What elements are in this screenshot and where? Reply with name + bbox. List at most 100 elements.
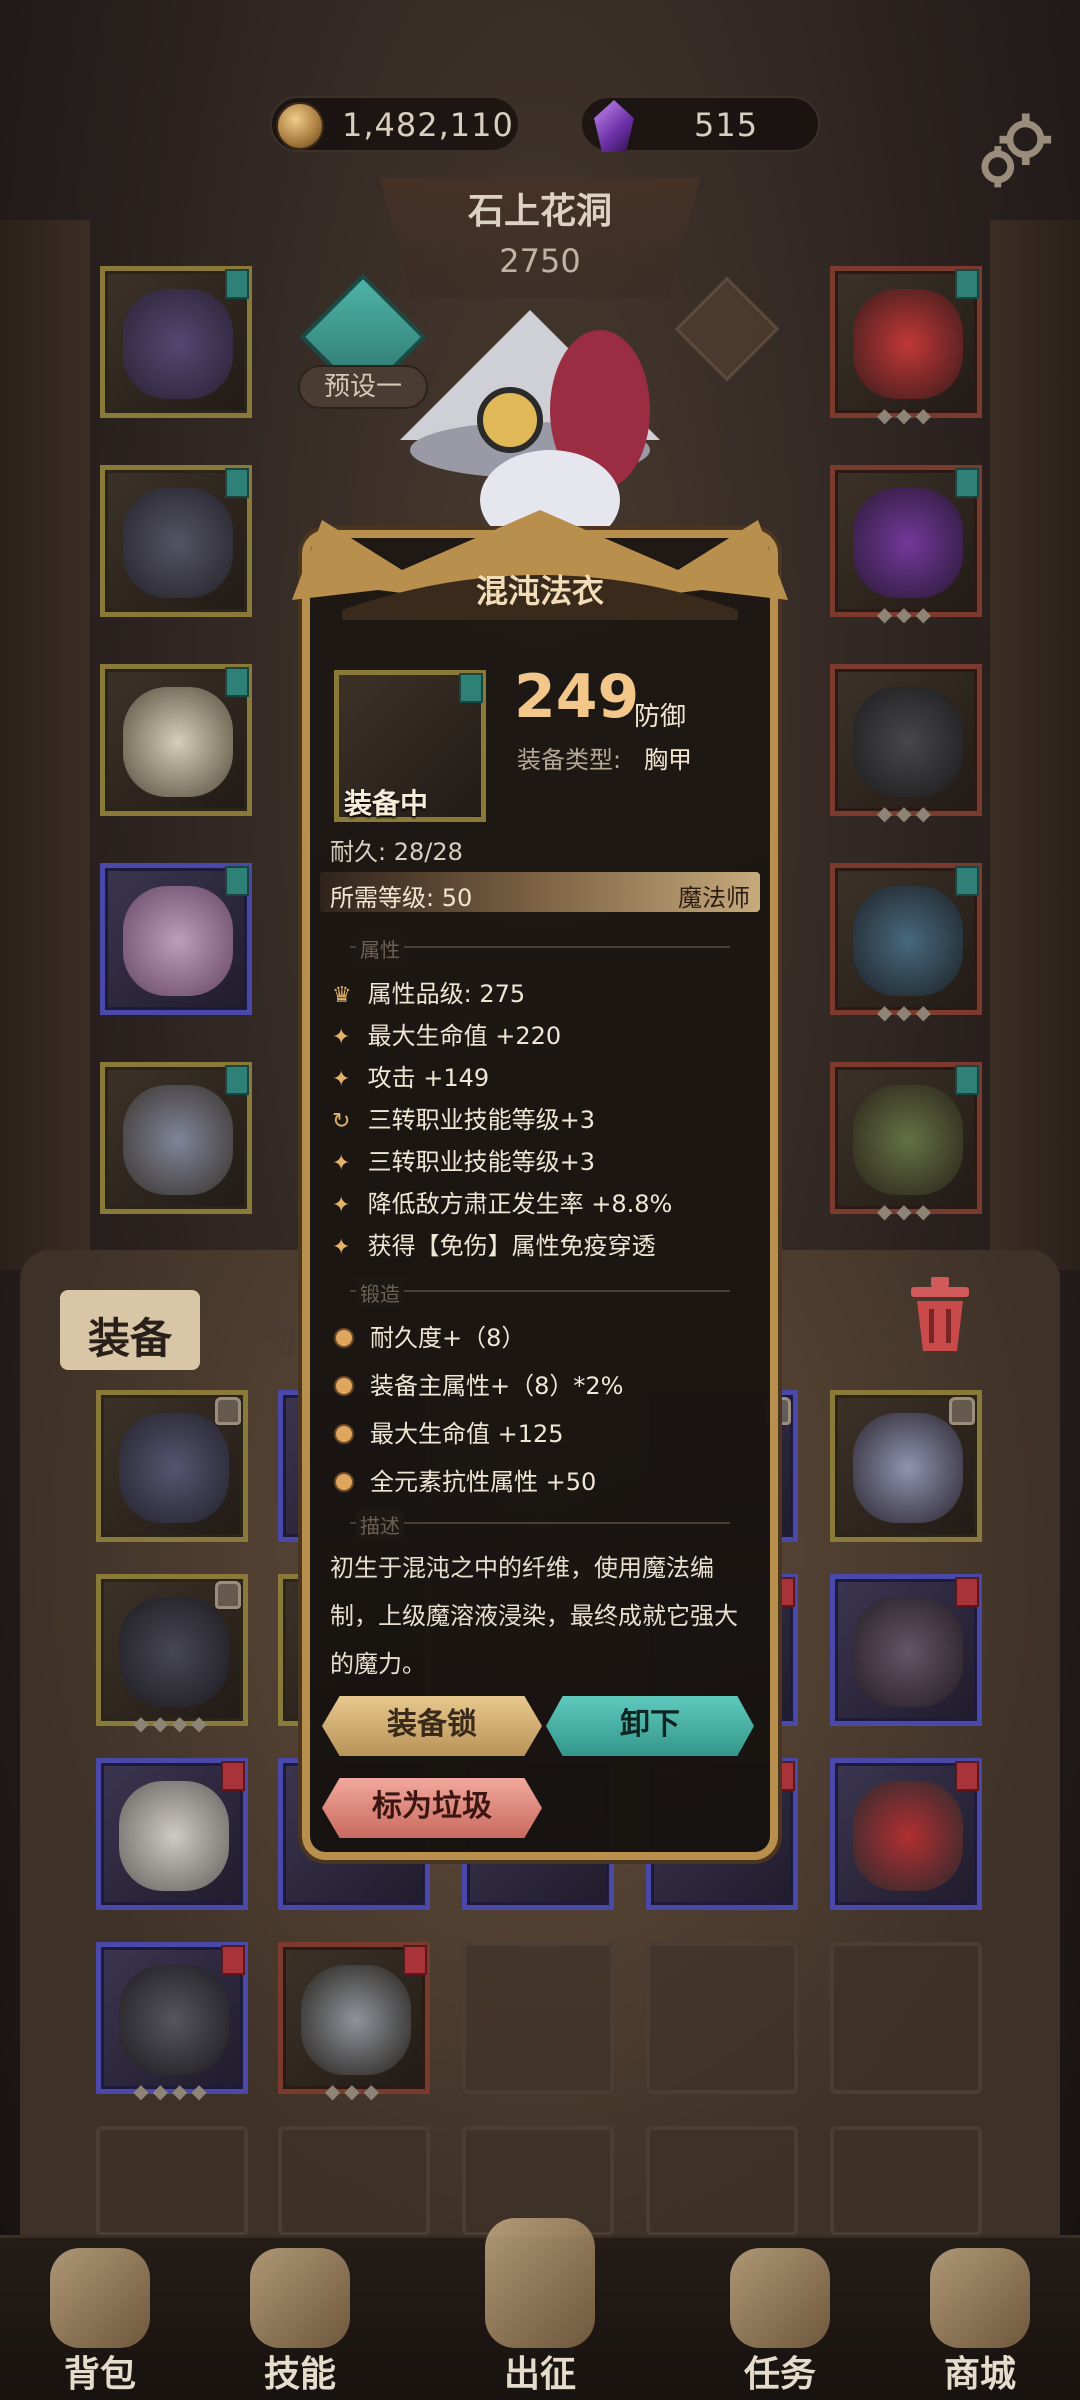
slot-boots[interactable] bbox=[100, 1062, 252, 1214]
empty-bag-slot[interactable] bbox=[830, 1942, 982, 2094]
staff-icon bbox=[853, 886, 963, 996]
wolf-helm-icon bbox=[119, 1413, 229, 1523]
bottom-nav: 背包 技能 出征 任务 商城 bbox=[0, 2218, 1080, 2400]
forge-dot-icon bbox=[334, 1328, 354, 1348]
bag-item[interactable] bbox=[830, 1574, 982, 1726]
tier-badge bbox=[955, 1761, 979, 1791]
equipped-label: 装备中 bbox=[344, 787, 429, 820]
skirt-icon bbox=[123, 886, 233, 996]
attribute-row: ♛ 属性品级: 275 bbox=[332, 980, 526, 1008]
tier-badge bbox=[225, 667, 249, 697]
wall-right bbox=[990, 220, 1080, 1270]
empty-bag-slot[interactable] bbox=[646, 2126, 798, 2236]
nav-label: 商城 bbox=[943, 2354, 1016, 2395]
forge-dot-icon bbox=[334, 1472, 354, 1492]
tier-badge bbox=[221, 1761, 245, 1791]
slot-gloves[interactable] bbox=[100, 664, 252, 816]
skill-card-icon bbox=[250, 2248, 350, 2348]
trash-icon[interactable] bbox=[905, 1275, 975, 1355]
tier-badge bbox=[225, 468, 249, 498]
bag-item[interactable] bbox=[96, 1390, 248, 1542]
slot-ring2[interactable]: ◆◆◆ bbox=[830, 664, 982, 825]
tier-badge bbox=[221, 1945, 245, 1975]
shorts-icon bbox=[119, 1781, 229, 1891]
attribute-row: ✦ 最大生命值 +220 bbox=[332, 1022, 562, 1050]
type-value: 胸甲 bbox=[644, 746, 692, 774]
star-icon: ✦ bbox=[332, 1151, 351, 1176]
tier-badge bbox=[403, 1945, 427, 1975]
equipment-lock-button[interactable]: 装备锁 bbox=[322, 1696, 542, 1756]
slot-weapon[interactable]: ◆◆◆ bbox=[830, 863, 982, 1024]
socket-pips: ◆◆◆ bbox=[876, 801, 936, 825]
section-description: 描述 bbox=[320, 1510, 760, 1539]
item-description: 初生于混沌之中的纤维，使用魔法编制，上级魔溶液浸染，最终成就它强大的魔力。 bbox=[330, 1554, 738, 1678]
shop-icon bbox=[930, 2248, 1030, 2348]
spiked-ring-icon bbox=[853, 488, 963, 598]
socket-pips: ◆◆◆ bbox=[324, 2079, 384, 2103]
mark-as-junk-button[interactable]: 标为垃圾 bbox=[322, 1778, 542, 1838]
nav-shop[interactable]: 商城 bbox=[880, 2238, 1080, 2400]
tab-equipment[interactable]: 装备 bbox=[88, 1305, 172, 1366]
star-icon: ✦ bbox=[332, 1067, 351, 1092]
quality-icon: ♛ bbox=[332, 983, 352, 1008]
button-label: 标为垃圾 bbox=[372, 1789, 492, 1824]
empty-bag-slot[interactable] bbox=[278, 2126, 430, 2236]
claw-gauntlet-icon bbox=[119, 1597, 229, 1707]
bag-item[interactable]: ◆◆◆◆ bbox=[96, 1942, 248, 2103]
bag-item[interactable] bbox=[96, 1758, 248, 1910]
bag-item[interactable]: ◆◆◆◆ bbox=[96, 1574, 248, 1735]
tier-badge bbox=[225, 866, 249, 896]
attribute-row: ✦ 获得【免伤】属性免疫穿透 bbox=[332, 1232, 656, 1260]
section-forge: 锻造 bbox=[320, 1278, 760, 1307]
empty-bag-slot[interactable] bbox=[462, 1942, 614, 2094]
slot-helmet[interactable] bbox=[100, 266, 252, 418]
nav-backpack[interactable]: 背包 bbox=[0, 2238, 200, 2400]
gold-coin-icon bbox=[276, 102, 324, 150]
section-label: 属性 bbox=[356, 934, 404, 963]
stage-banner: 石上花洞 2750 bbox=[360, 168, 720, 308]
settings-gear-icon[interactable] bbox=[972, 110, 1058, 196]
socket-pips: ◆◆◆ bbox=[876, 1199, 936, 1223]
wall-left bbox=[0, 220, 90, 1270]
ruby-ring-icon bbox=[853, 1781, 963, 1891]
gem-counter: 515 bbox=[580, 96, 820, 152]
required-level: 所需等级: 50 bbox=[330, 884, 473, 912]
nav-skills[interactable]: 技能 bbox=[200, 2238, 400, 2400]
bag-item[interactable] bbox=[830, 1390, 982, 1542]
nav-label: 技能 bbox=[263, 2354, 336, 2395]
defense-value: 249 bbox=[514, 662, 640, 732]
slot-ring1[interactable]: ◆◆◆ bbox=[830, 465, 982, 626]
socket-pips: ◆◆◆ bbox=[876, 602, 936, 626]
nav-label: 背包 bbox=[63, 2354, 136, 2395]
slot-chest[interactable] bbox=[100, 465, 252, 617]
slot-pants[interactable] bbox=[100, 863, 252, 1015]
tier-badge bbox=[225, 269, 249, 299]
empty-bag-slot[interactable] bbox=[646, 1942, 798, 2094]
attribute-row: ✦ 攻击 +149 bbox=[332, 1064, 490, 1092]
spellbook-icon bbox=[853, 1085, 963, 1195]
attribute-row: ↻ 三转职业技能等级+3 bbox=[332, 1106, 596, 1134]
star-icon: ✦ bbox=[332, 1025, 351, 1050]
tier-badge bbox=[955, 269, 979, 299]
tier-badge bbox=[225, 1065, 249, 1095]
slot-offhand[interactable]: ◆◆◆ bbox=[830, 1062, 982, 1223]
type-label: 装备类型: bbox=[517, 746, 622, 774]
nav-expedition[interactable]: 出征 bbox=[440, 2218, 640, 2400]
button-label: 卸下 bbox=[620, 1707, 680, 1742]
map-sword-icon bbox=[485, 2218, 595, 2348]
bag-item[interactable]: ◆◆◆ bbox=[278, 1942, 430, 2103]
gold-counter: 1,482,110 bbox=[270, 96, 520, 152]
tier-badge bbox=[955, 1065, 979, 1095]
nav-quests[interactable]: 任务 bbox=[680, 2238, 880, 2400]
slot-amulet[interactable]: ◆◆◆ bbox=[830, 266, 982, 427]
required-level-bar: 所需等级: 50 魔法师 bbox=[320, 872, 760, 912]
gem-amount: 515 bbox=[694, 106, 759, 144]
section-attributes: 属性 bbox=[320, 934, 760, 963]
empty-bag-slot[interactable] bbox=[96, 2126, 248, 2236]
star-icon: ✦ bbox=[332, 1193, 351, 1218]
unequip-button[interactable]: 卸下 bbox=[546, 1696, 754, 1756]
pendant-icon bbox=[301, 1965, 411, 2075]
bag-item[interactable] bbox=[830, 1758, 982, 1910]
nav-label: 出征 bbox=[503, 2354, 576, 2395]
empty-bag-slot[interactable] bbox=[830, 2126, 982, 2236]
